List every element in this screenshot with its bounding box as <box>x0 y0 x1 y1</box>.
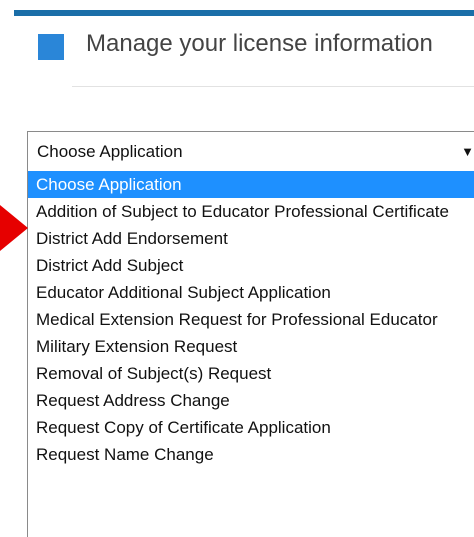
option-request-copy-of-certificate[interactable]: Request Copy of Certificate Application <box>28 414 474 441</box>
option-educator-additional-subject[interactable]: Educator Additional Subject Application <box>28 279 474 306</box>
header-divider <box>72 86 474 87</box>
header-square-icon <box>38 34 64 60</box>
page-title: Manage your license information <box>86 30 433 57</box>
application-dropdown-list: Choose Application Addition of Subject t… <box>27 171 474 537</box>
option-request-name-change[interactable]: Request Name Change <box>28 441 474 468</box>
option-district-add-endorsement[interactable]: District Add Endorsement <box>28 225 474 252</box>
option-request-address-change[interactable]: Request Address Change <box>28 387 474 414</box>
application-select[interactable]: Choose Application ▼ <box>27 131 474 171</box>
option-military-extension-request[interactable]: Military Extension Request <box>28 333 474 360</box>
red-arrow-pointer-icon <box>0 205 28 251</box>
option-choose-application[interactable]: Choose Application <box>28 171 474 198</box>
select-current-value: Choose Application <box>37 142 183 161</box>
triangle-down-icon[interactable]: ▼ <box>461 144 474 159</box>
option-district-add-subject[interactable]: District Add Subject <box>28 252 474 279</box>
option-removal-of-subjects[interactable]: Removal of Subject(s) Request <box>28 360 474 387</box>
option-addition-of-subject[interactable]: Addition of Subject to Educator Professi… <box>28 198 474 225</box>
option-medical-extension-request[interactable]: Medical Extension Request for Profession… <box>28 306 474 333</box>
license-header-card: Manage your license information <box>14 16 474 87</box>
